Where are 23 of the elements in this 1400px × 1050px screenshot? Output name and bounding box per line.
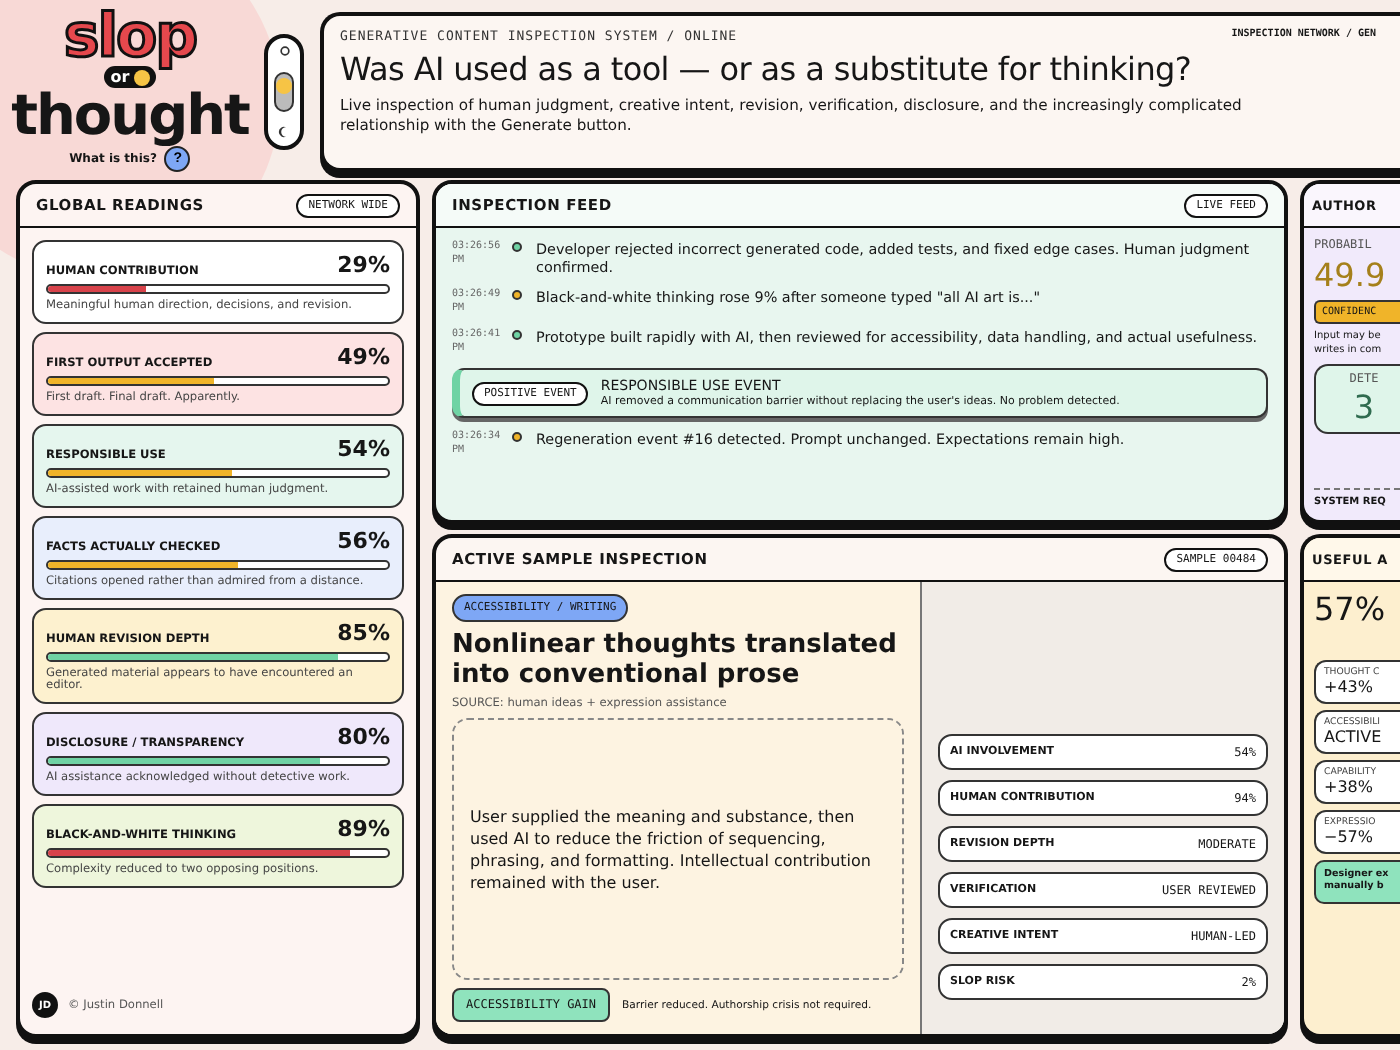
metric-value: 29% xyxy=(337,252,390,278)
metric-value: 49% xyxy=(337,344,390,370)
metric-value: 56% xyxy=(337,528,390,554)
useful-value: 57% xyxy=(1314,592,1388,628)
logo-or-pill: or xyxy=(104,66,156,88)
metric-value: 54% xyxy=(337,436,390,462)
logo-word: thought xyxy=(11,90,249,142)
page-title: Was AI used as a tool — or as a substitute for thinking? xyxy=(340,48,1194,92)
detector-value: 3 xyxy=(1353,390,1375,426)
sample-body: User supplied the meaning and substance, then used AI to reduce the friction of sequencing, phrasing, and formatting. Intellectual contribution remained with the user. xyxy=(470,805,873,893)
useful-metric: −57% xyxy=(1324,828,1375,846)
logo-word: slop xyxy=(63,12,197,64)
theme-toggle[interactable] xyxy=(264,34,304,150)
metric-value: 85% xyxy=(337,620,390,646)
probability-value: 49.9 xyxy=(1314,258,1388,294)
metric-value: 80% xyxy=(337,724,390,750)
metric-value: 89% xyxy=(337,816,390,842)
moon-icon xyxy=(278,126,290,138)
useful-metric: ACTIVE xyxy=(1324,728,1384,746)
sample-heading: Nonlinear thoughts translated into conventional prose xyxy=(452,630,899,690)
useful-metric: +43% xyxy=(1324,678,1375,696)
sun-icon xyxy=(279,46,289,56)
useful-metric: +38% xyxy=(1324,778,1375,796)
